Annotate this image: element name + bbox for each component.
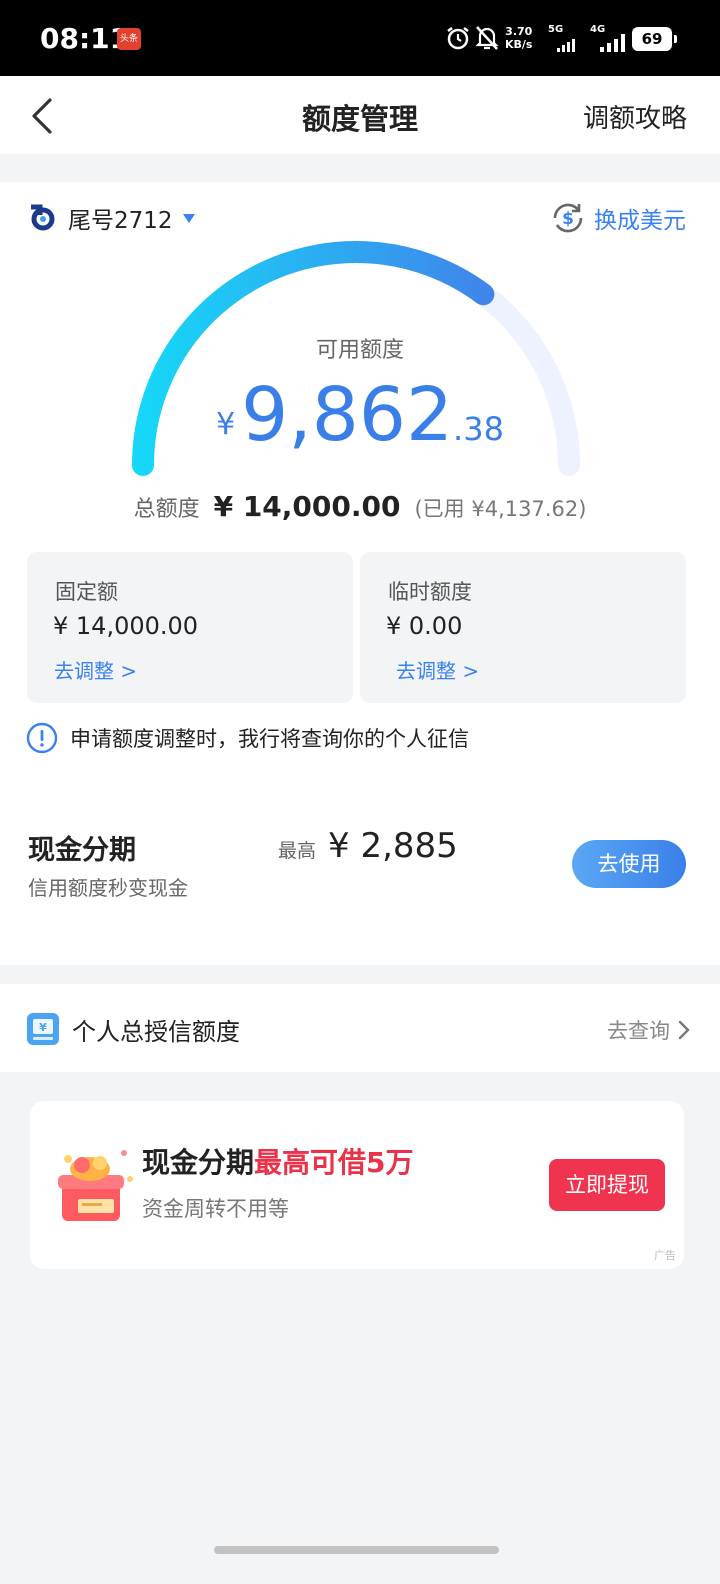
ad-title: 现金分期最高可借5万 xyxy=(142,1146,414,1179)
total-limit-value: ¥ 14,000.00 xyxy=(213,490,401,523)
cash-installment-ad[interactable]: 现金分期最高可借5万 资金周转不用等 立即提现 广告 xyxy=(30,1101,684,1269)
net-speed: 3.70 KB/s xyxy=(505,25,533,51)
query-credit-link[interactable]: 去查询 xyxy=(607,1015,692,1045)
used-amount: (已用 ¥4,137.62) xyxy=(414,497,587,521)
personal-credit-label: 个人总授信额度 xyxy=(72,1018,240,1046)
temp-limit-title: 临时额度 xyxy=(388,580,472,604)
battery-icon: 69 xyxy=(632,27,677,51)
caret-down-icon xyxy=(182,213,195,223)
adjust-fixed-limit-link[interactable]: 去调整 > xyxy=(54,655,137,684)
cash-installment-title: 现金分期 xyxy=(28,835,136,866)
mute-bell-icon xyxy=(475,26,499,50)
credit-card-icon: ¥ xyxy=(27,1013,59,1045)
available-limit-amount: ¥9,862.38 xyxy=(216,372,504,458)
status-time: 08:11 xyxy=(40,22,130,55)
network-5g-label: 5G xyxy=(548,24,564,35)
temp-limit-box: 临时额度 ¥ 0.00 去调整 > xyxy=(360,552,686,703)
limit-guide-link[interactable]: 调额攻略 xyxy=(583,98,687,135)
gift-box-icon xyxy=(58,1150,133,1221)
account-selector[interactable]: 尾号2712 xyxy=(28,202,195,234)
ad-tag: 广告 xyxy=(654,1249,676,1262)
chevron-right-icon xyxy=(678,1020,690,1040)
cash-installment-subtitle: 信用额度秒变现金 xyxy=(28,876,188,900)
alarm-icon xyxy=(447,27,469,50)
svg-text:$: $ xyxy=(562,209,574,229)
signal-4g-icon xyxy=(600,34,625,52)
personal-credit-row[interactable]: ¥ 个人总授信额度 去查询 xyxy=(0,984,720,1072)
available-limit-label: 可用额度 xyxy=(315,338,404,363)
status-bar: 08:11 头条 3.70 KB/s 5G 4G 69 xyxy=(0,0,720,76)
signal-5g-icon xyxy=(557,39,575,52)
temp-limit-value: ¥ 0.00 xyxy=(386,612,463,640)
info-icon xyxy=(26,722,58,754)
svg-text:¥: ¥ xyxy=(39,1021,47,1034)
credit-inquiry-notice: 申请额度调整时，我行将查询你的个人征信 xyxy=(26,720,469,756)
adjust-temp-limit-link[interactable]: 去调整 > xyxy=(396,655,479,684)
total-limit-label: 总额度 xyxy=(133,497,200,522)
fixed-limit-box: 固定额 ¥ 14,000.00 去调整 > xyxy=(27,552,353,703)
currency-exchange-icon: $ xyxy=(553,203,583,233)
cash-installment-max-value: ¥ 2,885 xyxy=(328,826,458,866)
bank-logo-icon xyxy=(31,204,55,231)
switch-to-usd-button[interactable]: $ 换成美元 xyxy=(550,200,686,236)
account-tail-number: 尾号2712 xyxy=(68,208,173,234)
toutiao-app-icon: 头条 xyxy=(117,28,141,50)
navigation-bar: 额度管理 调额攻略 xyxy=(0,76,720,154)
total-limit-line: 总额度 ¥ 14,000.00 (已用 ¥4,137.62) xyxy=(0,490,720,523)
fixed-limit-value: ¥ 14,000.00 xyxy=(53,612,199,640)
credit-limit-card: 尾号2712 $ 换成美元 可用额度 ¥9,862.38 总额度 ¥ 14,000… xyxy=(0,182,720,965)
withdraw-now-button[interactable]: 立即提现 xyxy=(549,1159,665,1211)
use-cash-installment-button[interactable]: 去使用 xyxy=(572,840,686,888)
cash-installment-max-label: 最高 xyxy=(278,840,317,862)
ad-subtitle: 资金周转不用等 xyxy=(142,1197,289,1221)
home-indicator[interactable] xyxy=(214,1546,499,1554)
fixed-limit-title: 固定额 xyxy=(55,580,118,604)
